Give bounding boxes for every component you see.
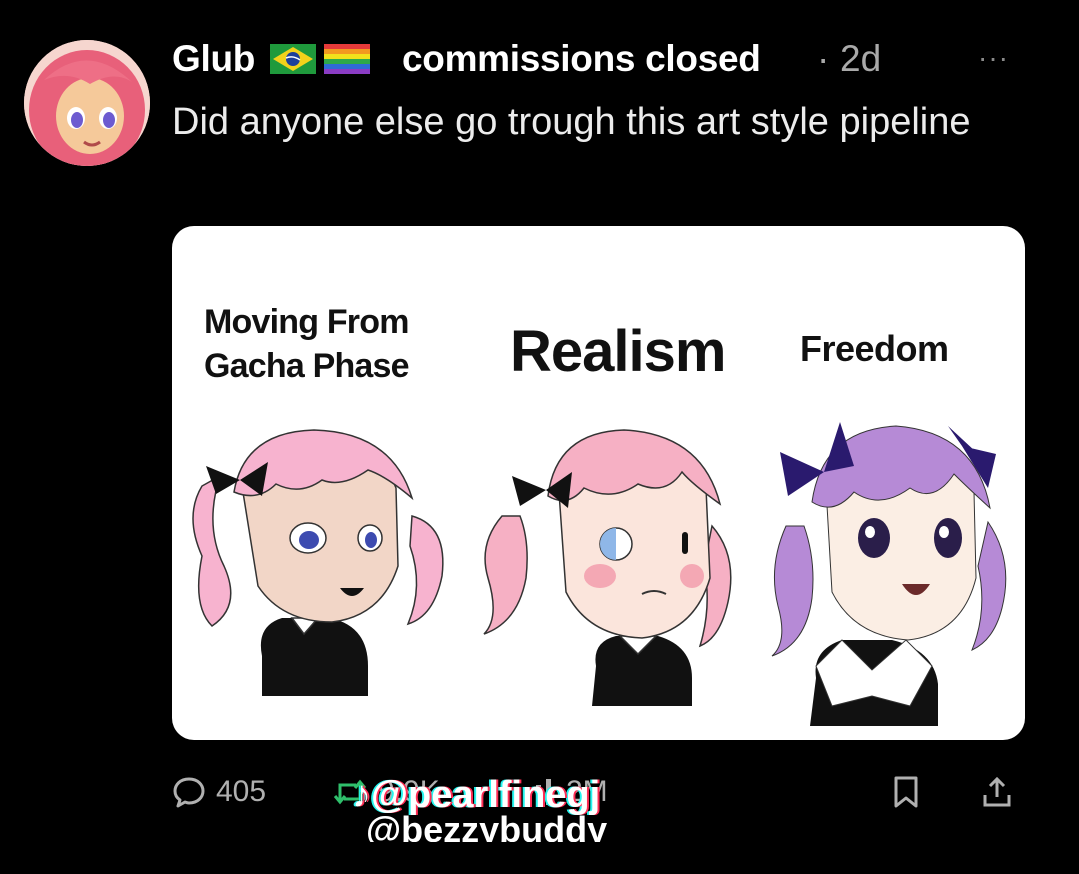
reply-icon <box>173 777 205 808</box>
character-gacha <box>192 429 444 696</box>
tiktok-icon: ♪ <box>352 774 371 816</box>
character-realism <box>483 429 732 706</box>
character-freedom <box>771 422 1007 726</box>
post-time[interactable]: 2d <box>840 38 881 80</box>
watermark-handle-secondary: @bezzybuddy <box>366 812 608 842</box>
label-gacha: Moving From Gacha Phase <box>204 303 410 385</box>
label-freedom: Freedom <box>800 328 949 369</box>
label-realism: Realism <box>510 319 726 384</box>
avatar-image <box>24 40 150 166</box>
post-header: Glub commissions closed · 2d ··· <box>172 38 1039 82</box>
share-icon <box>983 776 1011 807</box>
brazil-flag-icon <box>270 44 316 74</box>
more-icon[interactable]: ··· <box>978 44 1009 72</box>
share-button[interactable] <box>980 764 1014 820</box>
separator-dot: · <box>817 38 830 79</box>
author-name[interactable]: Glub <box>172 38 255 80</box>
post-text: Did anyone else go trough this art style… <box>172 101 971 143</box>
bookmark-icon <box>894 776 918 808</box>
reply-button[interactable]: 405 <box>172 764 266 820</box>
watermark-handle: @pearlfinegj <box>371 774 601 816</box>
meme-image[interactable]: Moving From Gacha Phase Realism Freedom <box>172 226 1025 740</box>
reply-count: 405 <box>216 775 267 808</box>
pride-flag-icon <box>324 44 370 74</box>
tiktok-watermark-secondary: @bezzybuddy <box>366 812 826 842</box>
post: Glub commissions closed · 2d ··· Did any… <box>0 0 1079 874</box>
bookmark-button[interactable] <box>890 764 922 820</box>
author-tagline: commissions closed <box>402 38 761 79</box>
tiktok-watermark: ♪@pearlfinegj <box>352 774 600 817</box>
avatar[interactable] <box>24 40 150 166</box>
